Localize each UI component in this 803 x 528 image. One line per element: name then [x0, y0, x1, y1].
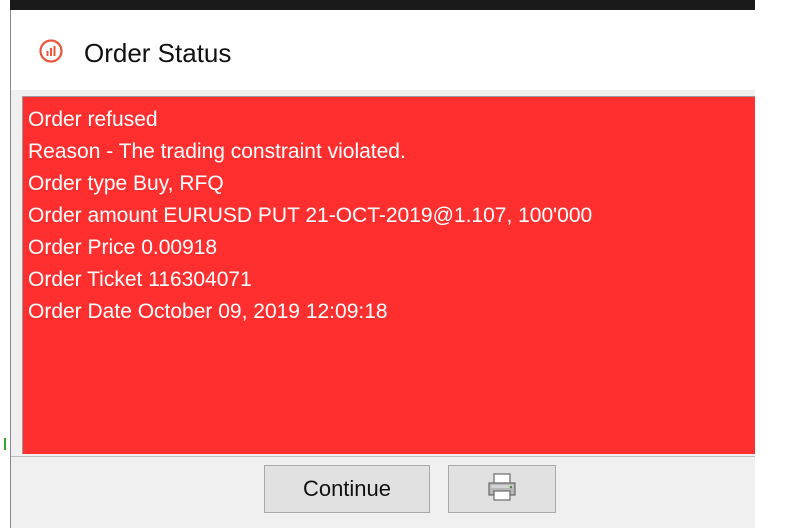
message-line-ticket: Order Ticket 116304071 [28, 268, 252, 291]
app-logo-icon [39, 39, 63, 63]
message-line-date: Order Date October 09, 2019 12:09:18 [28, 300, 388, 323]
background-right-strip [755, 0, 803, 528]
message-line-status: Order refused [28, 108, 158, 131]
message-line-amount: Order amount EURUSD PUT 21-OCT-2019@1.10… [28, 204, 593, 227]
message-line-reason: Reason - The trading constraint violated… [28, 140, 406, 163]
order-message-box[interactable]: Order refused Reason - The trading const… [22, 96, 774, 454]
message-line-type: Order type Buy, RFQ [28, 172, 224, 195]
continue-button[interactable]: Continue [264, 465, 430, 513]
window-title: Order Status [84, 38, 232, 68]
printer-icon [485, 472, 519, 507]
title-bar: Order Status [11, 10, 803, 90]
print-button[interactable] [448, 465, 556, 513]
background-window-edge [0, 0, 755, 10]
message-line-price: Order Price 0.00918 [28, 236, 218, 259]
footer-divider [11, 456, 803, 457]
order-status-dialog: Order Status Order refused Reason - The … [10, 10, 803, 528]
background-green-mark [4, 438, 6, 450]
